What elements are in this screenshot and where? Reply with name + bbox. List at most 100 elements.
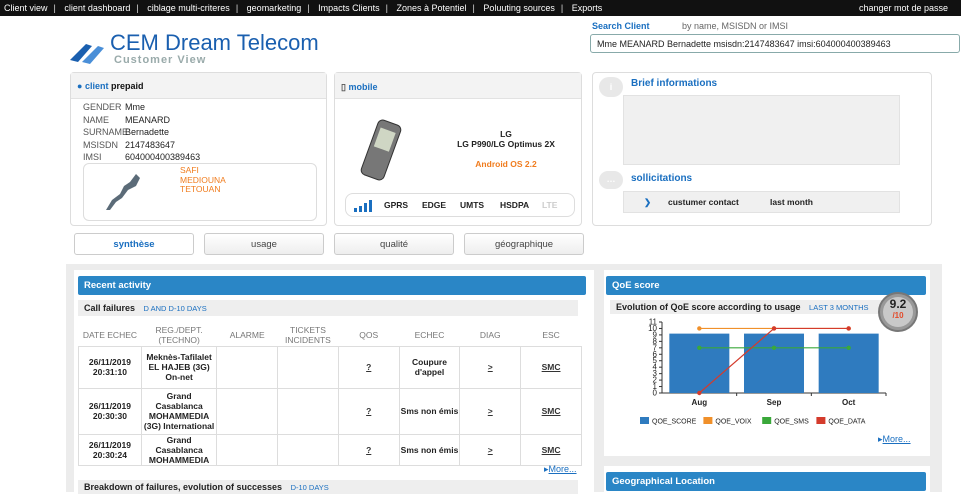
diag-link[interactable]: > — [488, 362, 493, 372]
legend-swatch — [703, 417, 713, 424]
search-label: Search Client — [592, 21, 650, 31]
phone-icon: ▯ — [341, 82, 346, 92]
user-icon: ● — [77, 81, 83, 91]
bar-aug — [669, 333, 730, 393]
tab-qualite[interactable]: qualité — [334, 233, 454, 255]
row-echec: Sms non émis — [398, 433, 461, 466]
qoe-panel: QoE score Evolution of QoE score accordi… — [604, 270, 930, 456]
search-input[interactable] — [590, 34, 960, 53]
row-alarme — [216, 433, 279, 466]
qos-link[interactable]: ? — [366, 362, 371, 372]
change-password-link[interactable]: changer mot de passe — [859, 0, 948, 16]
mobile-info: LG LG P990/LG Optimus 2X Android OS 2.2 — [431, 129, 581, 169]
sollicitations-period: last month — [770, 197, 813, 207]
field-label-surname: SURNAME — [83, 127, 129, 137]
field-value-msisdn: 2147483647 — [125, 139, 176, 150]
sollicitations-contact: custumer contact — [668, 197, 739, 207]
legend-label: QOE_SMS — [774, 419, 809, 426]
legend-swatch — [816, 417, 826, 424]
point-qoe-sms — [846, 345, 851, 351]
legend-label: QOE_DATA — [828, 419, 865, 426]
network-bar: GPRS EDGE UMTS HSDPA LTE — [345, 193, 575, 217]
info-icon: i — [599, 77, 623, 97]
nav-ciblage[interactable]: ciblage multi-criteres — [147, 3, 230, 13]
field-label-gender: GENDER — [83, 102, 122, 112]
breakdown-range: D-10 DAYS — [290, 483, 329, 492]
tab-geographique[interactable]: géographique — [464, 233, 584, 255]
bar-sep — [744, 333, 804, 393]
client-fields: GENDER Mme NAME MEANARD SURNAMEBernadette … — [83, 101, 200, 164]
row-tickets — [277, 433, 339, 466]
phone-image — [360, 119, 402, 181]
row-date: 26/11/2019 20:31:10 — [78, 345, 142, 389]
nav-poluuting-sources[interactable]: Poluuting sources — [483, 3, 555, 13]
esc-link[interactable]: SMC — [542, 445, 561, 455]
table-row: 26/11/2019 20:30:30 Grand Casablanca MOH… — [78, 387, 582, 435]
x-tick-label: Sep — [767, 398, 782, 407]
qoe-score-value: 9.2 — [889, 297, 907, 311]
row-reg: Meknès-Tafilalet EL HAJEB (3G) On-net — [140, 345, 218, 389]
client-type: prepaid — [110, 81, 144, 91]
mobile-model: LG P990/LG Optimus 2X — [457, 139, 555, 149]
mobile-label: mobile — [348, 82, 378, 92]
point-qoe-sms — [697, 345, 702, 351]
qoe-subheader: Evolution of QoE score according to usag… — [610, 300, 910, 314]
signal-icon — [354, 200, 372, 212]
qoe-score-denominator: /10 — [892, 311, 904, 320]
col-alarme: ALARME — [229, 329, 265, 340]
call-failures-range: D AND D-10 DAYS — [143, 304, 207, 313]
diag-link[interactable]: > — [488, 406, 493, 416]
nav-geomarketing[interactable]: geomarketing — [247, 3, 302, 13]
chat-icon: … — [599, 171, 623, 189]
call-failures-header: Call failures D AND D-10 DAYS — [78, 300, 578, 316]
mobile-panel-header: ▯ mobile — [335, 73, 581, 99]
x-tick-label: Aug — [692, 398, 708, 407]
row-reg: Grand Casablanca MOHAMMEDIA (3G) Interna… — [140, 387, 218, 435]
row-tickets — [277, 387, 339, 435]
esc-link[interactable]: SMC — [542, 406, 561, 416]
brief-content — [623, 95, 900, 165]
more-link-activity[interactable]: ▸More... — [544, 464, 577, 475]
geo-panel: Geographical Location — [604, 466, 930, 492]
diag-link[interactable]: > — [488, 445, 493, 455]
breakdown-title: Breakdown of failures, evolution of succ… — [84, 482, 283, 492]
morocco-map-icon — [106, 174, 140, 210]
qos-link[interactable]: ? — [366, 406, 371, 416]
nav-exports[interactable]: Exports — [572, 3, 603, 13]
nav-impacts-clients[interactable]: Impacts Clients — [318, 3, 380, 13]
table-header: DATE ECHEC REG./DEPT. (TECHNO) ALARME TI… — [79, 324, 582, 346]
row-tickets — [277, 345, 339, 389]
more-link-qoe[interactable]: ▸More... — [878, 434, 911, 445]
sollicitations-row[interactable]: ❯ custumer contact last month — [623, 191, 900, 213]
qoe-score-badge: 9.2 /10 — [876, 290, 920, 334]
table-row: 26/11/2019 20:31:10 Meknès-Tafilalet EL … — [78, 345, 582, 389]
col-echec: ECHEC — [414, 329, 445, 340]
legend-swatch — [640, 417, 649, 424]
esc-link[interactable]: SMC — [542, 362, 561, 372]
nav-client-view[interactable]: Client view — [4, 3, 48, 13]
tab-usage[interactable]: usage — [204, 233, 324, 255]
table-row: 26/11/2019 20:30:24 Grand Casablanca MOH… — [78, 433, 582, 466]
field-label-msisdn: MSISDN — [83, 139, 119, 150]
nav-client-dashboard[interactable]: client dashboard — [64, 3, 130, 13]
brief-title: Brief informations — [631, 78, 718, 89]
chevron-right-icon: ❯ — [644, 197, 652, 207]
legend-label: QOE_SCORE — [652, 419, 697, 426]
field-label-imsi: IMSI — [83, 152, 102, 162]
bar-oct — [818, 333, 879, 393]
client-panel: ● client prepaid GENDER Mme NAME MEANARD S… — [70, 72, 327, 226]
row-echec: Coupure d'appel — [398, 345, 461, 389]
qoe-sub-range: LAST 3 MONTHS — [809, 303, 869, 312]
col-qos: QOS — [359, 329, 379, 340]
more-activity-label: More... — [548, 464, 577, 474]
more-qoe-label: More... — [882, 434, 911, 444]
mobile-brand: LG — [500, 129, 512, 139]
tab-synthese[interactable]: synthèse — [74, 233, 194, 255]
point-qoe-data — [846, 326, 851, 331]
nav-zones-potentiel[interactable]: Zones à Potentiel — [396, 3, 466, 13]
recent-activity-panel: Recent activity Call failures D AND D-10… — [74, 270, 594, 494]
client-panel-header: ● client prepaid — [71, 73, 326, 99]
qos-link[interactable]: ? — [366, 445, 371, 455]
col-date: DATE ECHEC — [82, 329, 138, 340]
geo-title: Geographical Location — [606, 472, 926, 491]
